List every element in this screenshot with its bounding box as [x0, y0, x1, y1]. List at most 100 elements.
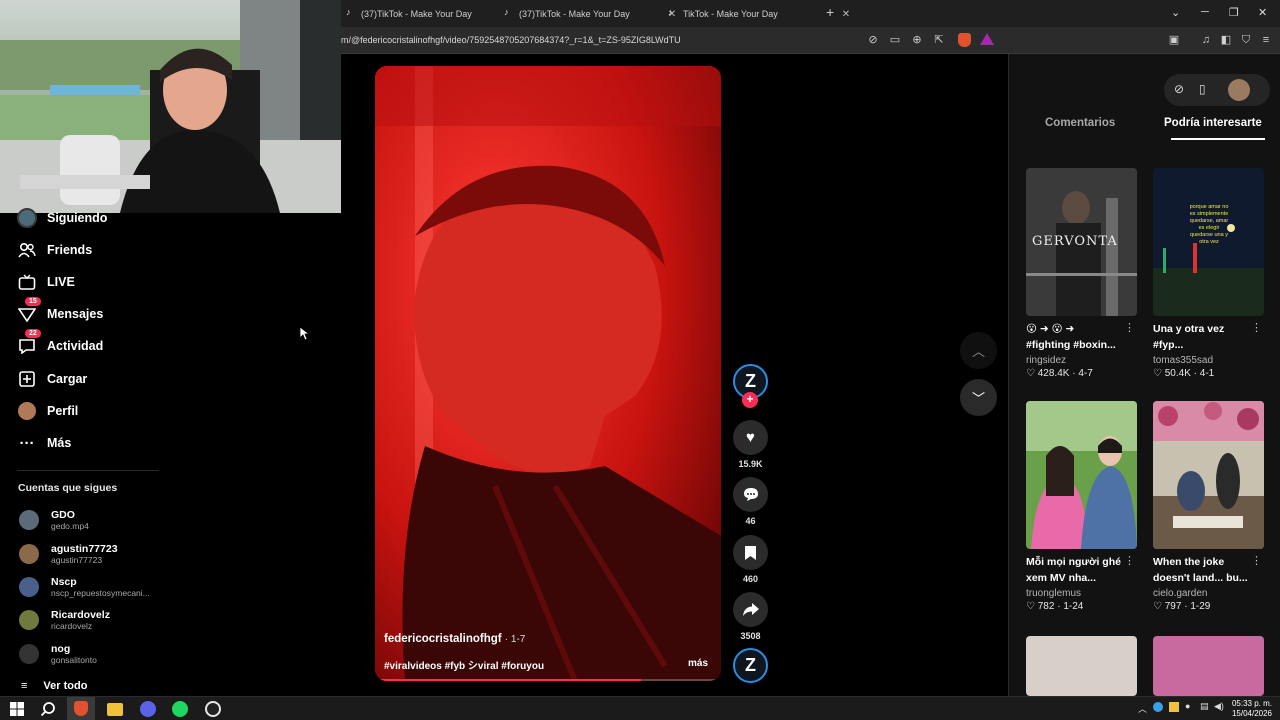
suggested-video-thumbnail-partial[interactable] — [1026, 636, 1137, 696]
discord-icon[interactable] — [140, 701, 156, 717]
brave-shields-icon[interactable] — [958, 33, 971, 47]
more-options-icon[interactable]: ⋮ — [1124, 554, 1135, 567]
video-thumbnail[interactable] — [1153, 401, 1264, 549]
account-handle: ricardovelz — [51, 620, 93, 631]
video-author[interactable]: federicocristalinofhgf · 1-7 — [384, 633, 525, 645]
obs-icon[interactable] — [205, 701, 221, 717]
account-handle: nscp_repuestosymecani... — [51, 587, 150, 598]
browser-tab[interactable]: (37)TikTok - Make Your Day — [338, 3, 480, 25]
like-action[interactable]: ♥ 15.9K — [733, 420, 768, 469]
activity-badge: 22 — [25, 329, 41, 338]
sidebar-item-upload[interactable]: Cargar — [17, 369, 87, 389]
comment-action[interactable]: 46 — [733, 477, 768, 526]
more-options-icon[interactable]: ⋮ — [1251, 321, 1262, 334]
video-player[interactable]: federicocristalinofhgf · 1-7 #viralvideo… — [375, 66, 721, 681]
see-all-link[interactable]: ≡ Ver todo — [21, 680, 87, 692]
sidebar-item-live[interactable]: LIVE — [17, 272, 75, 292]
card-date: 4-1 — [1199, 368, 1215, 379]
browser-tab[interactable]: (37)TikTok - Make Your Day ✕ — [496, 3, 684, 25]
zoom-icon[interactable]: ⊕ — [911, 34, 923, 46]
share-arrow-icon[interactable] — [733, 592, 768, 627]
suggested-video-thumbnail-partial[interactable] — [1153, 636, 1264, 696]
sound-disc[interactable]: Z — [733, 648, 768, 683]
card-author[interactable]: truonglemus — [1026, 588, 1137, 599]
more-link[interactable]: más — [688, 658, 708, 669]
sidebar-item-following[interactable]: Siguiendo — [17, 208, 107, 228]
sidebar-item-more[interactable]: ··· Más — [17, 433, 72, 453]
video-thumbnail[interactable]: porque amar no es simplemente quedarse, … — [1153, 168, 1264, 316]
tab-comments[interactable]: Comentarios — [1045, 117, 1115, 129]
suggested-video-card[interactable]: Mỗi mọi người ghé xem MV nha... truongle… — [1026, 401, 1137, 612]
close-icon[interactable]: ✕ — [842, 9, 850, 20]
tray-app-icon[interactable] — [1153, 702, 1163, 712]
sidebar-item-friends[interactable]: Friends — [17, 240, 92, 260]
more-options-icon[interactable]: ⋮ — [1124, 321, 1135, 334]
card-author[interactable]: cielo.garden — [1153, 588, 1264, 599]
vpn-shield-icon[interactable]: ⛉ — [1240, 34, 1252, 46]
video-hashtags[interactable]: #viralvideos #fyb シviral #foruyou — [384, 657, 544, 672]
video-thumbnail[interactable] — [1026, 401, 1137, 549]
sidebar-toggle-icon[interactable]: ▣ — [1168, 34, 1180, 46]
next-video-button[interactable]: ﹀ — [960, 379, 997, 416]
tray-app-icon[interactable] — [1169, 702, 1179, 712]
share-action[interactable]: 3508 — [733, 592, 768, 641]
list-icon: ≡ — [21, 680, 28, 692]
media-icon[interactable]: ♫ — [1200, 34, 1212, 46]
card-stats: ♡ 797 · 1-29 — [1153, 601, 1211, 612]
messages-icon: 15 — [17, 297, 41, 324]
sidebar-item-messages[interactable]: 15 Mensajes — [17, 297, 103, 324]
followed-account[interactable]: Nscp nscp_repuestosymecani... — [19, 573, 150, 601]
video-thumbnail[interactable]: GERVONTA — [1026, 168, 1137, 316]
save-action[interactable]: 460 — [733, 535, 768, 584]
bookmark-icon[interactable] — [733, 535, 768, 570]
more-options-icon[interactable]: ⋮ — [1251, 554, 1262, 567]
share-icon[interactable]: ⇱ — [933, 34, 945, 46]
new-tab-button[interactable]: + — [826, 4, 834, 20]
cast-icon[interactable]: ▭ — [889, 34, 901, 46]
heart-icon[interactable]: ♥ — [733, 420, 768, 455]
minimize-icon[interactable]: ─ — [1201, 6, 1209, 18]
followed-account[interactable]: agustin77723 agustin77723 — [19, 540, 118, 568]
followed-account[interactable]: nog gonsalitonto — [19, 640, 97, 668]
card-author[interactable]: tomas355sad — [1153, 355, 1264, 366]
system-clock[interactable]: 05:33 p. m. 15/04/2026 — [1232, 699, 1272, 719]
volume-icon[interactable]: ◀) — [1214, 701, 1224, 712]
compass-icon[interactable]: ⊘ — [1174, 82, 1184, 96]
card-title-line2: xem MV nha... — [1026, 572, 1097, 584]
right-panel: ⊘ ▯ Comentarios Podría interesarte GERVO… — [1008, 54, 1280, 696]
tray-chevron-icon[interactable]: ︿ — [1138, 702, 1147, 715]
microphone-icon[interactable]: ● — [1185, 701, 1190, 711]
phone-icon[interactable]: ▯ — [1199, 82, 1206, 96]
restore-icon[interactable]: ❐ — [1229, 6, 1239, 19]
followed-account[interactable]: GDO gedo.mp4 — [19, 506, 89, 534]
card-author[interactable]: ringsidez — [1026, 355, 1137, 366]
suggested-video-card[interactable]: When the joke doesn't land... bu... ciel… — [1153, 401, 1264, 612]
sidebar-item-profile[interactable]: Perfil — [17, 401, 78, 421]
previous-video-button[interactable]: ︿ — [960, 332, 997, 369]
tab-search-chevron-icon[interactable]: ⌄ — [1171, 6, 1180, 19]
menu-icon[interactable]: ≡ — [1260, 34, 1272, 46]
sidebar-item-activity[interactable]: 22 Actividad — [17, 329, 103, 356]
comment-icon[interactable] — [733, 477, 768, 512]
follow-plus-button[interactable]: + — [742, 392, 758, 408]
spotify-icon[interactable] — [172, 701, 188, 717]
network-icon[interactable]: ▤ — [1200, 701, 1209, 712]
avatar[interactable] — [1228, 79, 1250, 101]
brave-rewards-icon[interactable] — [980, 33, 994, 45]
account-name: GDO — [51, 508, 75, 521]
followed-account[interactable]: Ricardovelz ricardovelz — [19, 606, 110, 634]
file-explorer-icon[interactable] — [107, 703, 123, 716]
video-progress-bar[interactable] — [375, 679, 721, 681]
windows-start-icon[interactable] — [9, 701, 25, 717]
taskbar-active-app[interactable] — [67, 697, 95, 720]
search-icon[interactable] — [40, 701, 56, 717]
mute-icon[interactable]: ⊘ — [867, 34, 879, 46]
split-view-icon[interactable]: ◧ — [1220, 34, 1232, 46]
tab-suggestions[interactable]: Podría interesarte — [1164, 117, 1262, 129]
avatar — [19, 510, 39, 530]
card-date: 1-24 — [1063, 601, 1084, 612]
window-close-icon[interactable]: ✕ — [1258, 6, 1267, 19]
suggested-video-card[interactable]: GERVONTA 😮 ➜ 😮 ➜ #fighting #boxin... rin… — [1026, 168, 1137, 379]
suggested-video-card[interactable]: porque amar no es simplemente quedarse, … — [1153, 168, 1264, 379]
url-field[interactable]: m/@federicocristalinofhgf/video/75925487… — [341, 35, 681, 45]
